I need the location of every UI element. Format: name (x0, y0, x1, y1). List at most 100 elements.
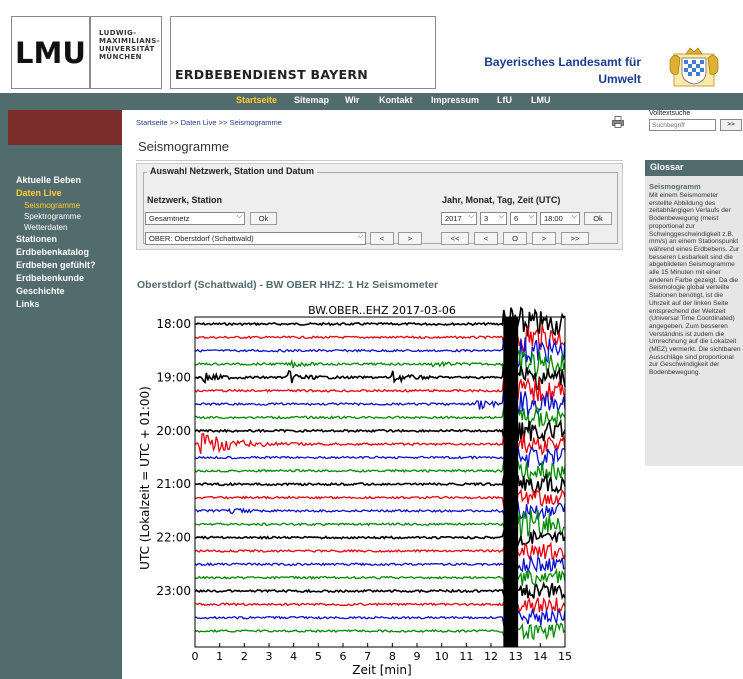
time-select[interactable]: 18:00 ⌵ (540, 212, 580, 225)
lmu-logo-text: LMU (15, 35, 86, 70)
sidebar-item[interactable]: Geschichte (16, 285, 120, 298)
erdbebendienst-logo[interactable]: ERDBEBENDIENST BAYERN (170, 16, 436, 89)
fieldset-legend: Auswahl Netzwerk, Station und Datum (147, 166, 318, 176)
x-tick-label: 10 (435, 650, 449, 663)
sidebar-item[interactable]: Daten Live (16, 187, 120, 200)
lmu-logo[interactable]: LMU (11, 16, 90, 89)
time-value: 18:00 (544, 214, 563, 223)
day-value: 6 (514, 214, 519, 223)
chevron-down-icon: ⌵ (357, 233, 363, 240)
y-tick-label: 18:00 (156, 317, 191, 331)
nav-impressum[interactable]: Impressum (431, 95, 479, 105)
x-tick-label: 1 (216, 650, 223, 663)
search-button[interactable]: >> (720, 119, 742, 131)
nav-startseite[interactable]: Startseite (236, 95, 277, 105)
chevron-down-icon: ⌵ (236, 213, 242, 220)
y-tick-label: 20:00 (156, 424, 191, 438)
breadcrumb: Startseite >> Daten Live >> Seismogramme (136, 118, 282, 127)
page: LMU LUDWIG- MAXIMILIANS- UNIVERSITÄT MÜN… (0, 0, 743, 679)
chevron-down-icon: ⌵ (528, 213, 534, 220)
chart-title: BW.OBER..EHZ 2017-03-06 (308, 304, 456, 317)
time-now-button[interactable]: O (503, 232, 527, 245)
chevron-down-icon: ⌵ (468, 213, 474, 220)
month-value: 3 (484, 214, 489, 223)
header: LMU LUDWIG- MAXIMILIANS- UNIVERSITÄT MÜN… (0, 0, 743, 93)
print-icon[interactable] (612, 116, 624, 128)
y-tick-label: 23:00 (156, 584, 191, 598)
breadcrumb-separator: >> (218, 118, 228, 127)
sidebar-item[interactable]: Erdbebenkatalog (16, 246, 120, 259)
y-tick-label: 21:00 (156, 477, 191, 491)
lfu-link[interactable]: Bayerisches Landesamt für Umwelt (484, 54, 641, 88)
page-title: Seismogramme (138, 139, 230, 154)
nav-sitemap[interactable]: Sitemap (294, 95, 329, 105)
trace-group (194, 306, 566, 647)
month-select[interactable]: 3 ⌵ (480, 212, 507, 225)
sidebar-item[interactable]: Links (16, 298, 120, 311)
x-tick-label: 6 (340, 650, 347, 663)
station-select-value: OBER: Oberstdorf (Schattwald) (149, 234, 254, 243)
university-name-logo: LUDWIG- MAXIMILIANS- UNIVERSITÄT MÜNCHEN (90, 16, 162, 89)
station-prev-button[interactable]: < (370, 232, 394, 245)
day-select[interactable]: 6 ⌵ (510, 212, 537, 225)
year-select[interactable]: 2017 ⌵ (441, 212, 477, 225)
top-navigation: Startseite Sitemap Wir Kontakt Impressum… (0, 93, 743, 110)
x-tick-label: 13 (509, 650, 523, 663)
lfu-line2: Umwelt (598, 72, 641, 86)
network-select-value: Gesamtnetz (149, 214, 190, 223)
chevron-down-icon: ⌵ (498, 213, 504, 220)
glossar-header: Glossar (645, 160, 743, 176)
network-station-label: Netzwerk, Station (147, 195, 223, 205)
bavarian-coat-of-arms-icon[interactable] (666, 46, 722, 88)
seismogram-chart: 0 1 2 3 4 5 6 7 8 9 10 11 12 13 14 1518:0019:0020:0021:… (138, 304, 572, 677)
time-next-button[interactable]: > (532, 232, 556, 245)
breadcrumb-daten-live[interactable]: Daten Live (181, 118, 217, 127)
sidebar-item[interactable]: Seismogramme (16, 200, 120, 211)
uni-line: MAXIMILIANS- (99, 37, 161, 45)
x-tick-label: 5 (315, 650, 322, 663)
nav-lmu[interactable]: LMU (531, 95, 551, 105)
breadcrumb-startseite[interactable]: Startseite (136, 118, 168, 127)
year-value: 2017 (445, 214, 462, 223)
sidebar-item[interactable]: Erdbebenkunde (16, 272, 120, 285)
search-input[interactable] (649, 119, 716, 131)
breadcrumb-seismogramme[interactable]: Seismogramme (229, 118, 282, 127)
nav-kontakt[interactable]: Kontakt (379, 95, 413, 105)
station-select[interactable]: OBER: Oberstdorf (Schattwald) ⌵ (145, 232, 366, 245)
sidebar-menu: Aktuelle Beben Daten Live Seismogramme Spek… (16, 174, 120, 311)
x-tick-label: 12 (484, 650, 498, 663)
time-prev-button[interactable]: < (474, 232, 498, 245)
x-axis-label: Zeit [min] (352, 663, 411, 677)
service-title: ERDBEBENDIENST BAYERN (175, 67, 369, 82)
y-tick-label: 22:00 (156, 531, 191, 545)
lfu-line1: Bayerisches Landesamt für (484, 55, 641, 69)
uni-line: MÜNCHEN (99, 53, 142, 61)
network-ok-button[interactable]: Ok (250, 212, 277, 225)
sidebar-item[interactable]: Spektrogramme (16, 211, 120, 222)
glossar-term: Seismogramm (649, 182, 701, 191)
x-tick-label: 7 (364, 650, 371, 663)
nav-lfu[interactable]: LfU (497, 95, 512, 105)
uni-line: LUDWIG- (99, 29, 137, 37)
nav-wir[interactable]: Wir (345, 95, 359, 105)
network-select[interactable]: Gesamtnetz ⌵ (145, 212, 245, 225)
sidebar-item[interactable]: Erdbeben gefühlt? (16, 259, 120, 272)
x-tick-label: 9 (414, 650, 421, 663)
x-tick-label: 3 (266, 650, 273, 663)
sidebar-header-block (8, 110, 122, 145)
y-tick-label: 19:00 (156, 370, 191, 384)
saturated-signal-block (503, 317, 519, 647)
sidebar-item[interactable]: Wetterdaten (16, 222, 120, 233)
uni-line: UNIVERSITÄT (99, 45, 155, 53)
breadcrumb-separator: >> (169, 118, 179, 127)
date-ok-button[interactable]: Ok (584, 212, 612, 225)
time-last-button[interactable]: >> (561, 232, 589, 245)
sidebar-item[interactable]: Stationen (16, 233, 120, 246)
x-tick-label: 4 (290, 650, 297, 663)
title-divider (136, 160, 623, 161)
x-tick-label: 14 (533, 650, 547, 663)
sidebar-item[interactable]: Aktuelle Beben (16, 174, 120, 187)
station-next-button[interactable]: > (398, 232, 422, 245)
search-label: Volltextsuche (649, 110, 691, 117)
time-first-button[interactable]: << (441, 232, 469, 245)
